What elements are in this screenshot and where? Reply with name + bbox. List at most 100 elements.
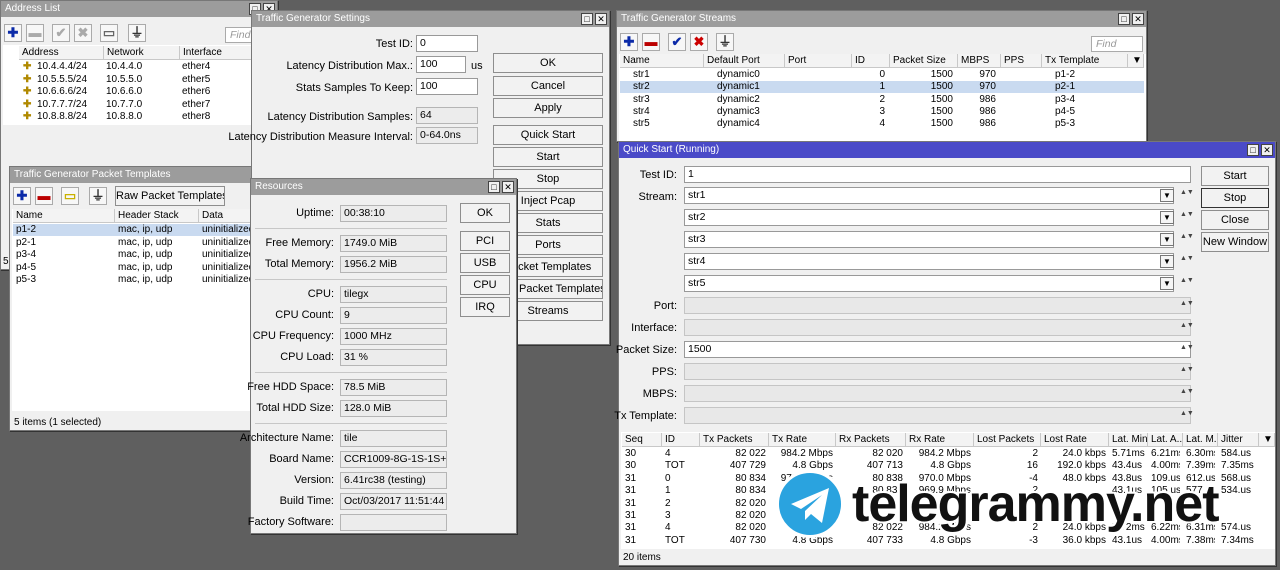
column-chooser-icon[interactable]: ▼ [1128, 54, 1144, 68]
mbps-field[interactable] [684, 385, 1191, 402]
col-header-tx-packets[interactable]: Tx Packets [700, 433, 769, 447]
apply-button[interactable]: Apply [493, 98, 603, 118]
quick-start-titlebar[interactable]: Quick Start (Running) □ ✕ [619, 142, 1275, 158]
start-button[interactable]: Start [1201, 166, 1269, 186]
col-header-lat-min[interactable]: Lat. Min. [1109, 433, 1148, 447]
up-down-icon[interactable]: ▲▼ [1180, 189, 1194, 196]
table-cell[interactable]: 4 [865, 118, 885, 130]
close-icon[interactable]: ✕ [595, 13, 607, 25]
table-cell[interactable]: 80 834 [703, 473, 766, 485]
table-cell[interactable]: 3 [865, 106, 885, 118]
table-cell[interactable]: 986 [971, 118, 996, 130]
table-cell[interactable]: 407 730 [703, 535, 766, 547]
table-cell[interactable]: 31 [625, 485, 659, 497]
disable-icon[interactable]: ✖ [690, 33, 708, 51]
add-icon[interactable]: ✚ [4, 24, 22, 42]
table-cell[interactable]: p3-4 [16, 249, 112, 261]
address-list-titlebar[interactable]: Address List □ ✕ [1, 1, 277, 17]
restore-icon[interactable]: □ [488, 181, 500, 193]
stop-button[interactable]: Stop [1201, 188, 1269, 208]
col-header-id[interactable]: ID [852, 54, 890, 68]
table-cell[interactable]: 10.4.4.4/24 [37, 61, 104, 73]
table-cell[interactable]: 10.8.8.8/24 [37, 111, 104, 123]
port-field[interactable] [684, 297, 1191, 314]
remove-icon[interactable]: ▬ [26, 24, 44, 42]
close-icon[interactable]: ✕ [1132, 13, 1144, 25]
col-header-mbps[interactable]: MBPS [958, 54, 1001, 68]
col-header-seq[interactable]: Seq [622, 433, 662, 447]
close-button[interactable]: Close [1201, 210, 1269, 230]
table-cell[interactable]: 82 022 [703, 448, 766, 460]
table-cell[interactable]: mac, ip, udp [118, 262, 198, 274]
close-icon[interactable]: ✕ [1261, 144, 1273, 156]
table-cell[interactable]: mac, ip, udp [118, 237, 198, 249]
dropdown-arrow-icon[interactable]: ▼ [1160, 233, 1174, 246]
table-cell[interactable]: str1 [633, 69, 699, 81]
table-cell[interactable]: str5 [633, 118, 699, 130]
table-cell[interactable]: 24.0 kbps [1044, 448, 1106, 460]
table-cell[interactable]: p2-1 [1055, 81, 1123, 93]
table-cell[interactable] [1014, 81, 1037, 93]
col-header-data[interactable]: Data [199, 209, 257, 223]
table-cell[interactable]: 31 [625, 498, 659, 510]
table-cell[interactable] [798, 81, 847, 93]
table-cell[interactable]: 1500 [903, 81, 953, 93]
raw-packet-templates-button[interactable]: Raw Packet Templates [115, 186, 225, 206]
table-cell[interactable]: 10.5.5.5/24 [37, 74, 104, 86]
filter-icon[interactable]: ⏚ [128, 24, 146, 42]
table-cell[interactable]: 970 [971, 69, 996, 81]
dropdown-arrow-icon[interactable]: ▼ [1160, 255, 1174, 268]
col-header-name[interactable]: Name [13, 209, 115, 223]
up-down-icon[interactable]: ▲▼ [1180, 233, 1194, 240]
pps-field[interactable] [684, 363, 1191, 380]
table-cell[interactable]: mac, ip, udp [118, 274, 198, 286]
packet-templates-titlebar[interactable]: Traffic Generator Packet Templates [10, 167, 256, 183]
table-cell[interactable]: 6.30ms [1186, 448, 1215, 460]
table-cell[interactable]: 5.71ms [1112, 448, 1145, 460]
latency-max-field[interactable]: 100 [416, 56, 466, 73]
restore-icon[interactable]: □ [1118, 13, 1130, 25]
new-window-button[interactable]: New Window [1201, 232, 1269, 252]
table-cell[interactable]: 31 [625, 473, 659, 485]
table-cell[interactable]: 2 [665, 498, 697, 510]
table-cell[interactable]: str4 [633, 106, 699, 118]
table-cell[interactable]: 82 020 [839, 448, 903, 460]
table-cell[interactable] [1014, 118, 1037, 130]
col-header-lost-rate[interactable]: Lost Rate [1041, 433, 1109, 447]
remove-icon[interactable]: ▬ [642, 33, 660, 51]
table-cell[interactable]: 10.7.7.7/24 [37, 99, 104, 111]
stream-select[interactable]: str5 [684, 275, 1174, 292]
table-cell[interactable] [798, 118, 847, 130]
ok-button[interactable]: OK [460, 203, 510, 223]
resources-titlebar[interactable]: Resources □ ✕ [251, 179, 516, 195]
stream-select[interactable]: str2 [684, 209, 1174, 226]
dropdown-arrow-icon[interactable]: ▼ [1160, 189, 1174, 202]
col-header-rx-rate[interactable]: Rx Rate [906, 433, 974, 447]
stream-select[interactable]: str3 [684, 231, 1174, 248]
col-header-name[interactable]: Name [620, 54, 704, 68]
up-down-icon[interactable]: ▲▼ [1180, 300, 1194, 307]
quick-start-button[interactable]: Quick Start [493, 125, 603, 145]
streams-titlebar[interactable]: Traffic Generator Streams □ ✕ [617, 11, 1146, 27]
col-header-lat-avg[interactable]: Lat. A... [1148, 433, 1183, 447]
table-cell[interactable]: 584.us [1221, 448, 1256, 460]
table-cell[interactable]: TOT [665, 535, 697, 547]
table-cell[interactable]: 407 729 [703, 460, 766, 472]
col-header-port[interactable]: Port [785, 54, 852, 68]
usb-button[interactable]: USB [460, 253, 510, 273]
table-cell[interactable]: p5-3 [16, 274, 112, 286]
table-cell[interactable] [1014, 94, 1037, 106]
table-cell[interactable]: 1 [665, 485, 697, 497]
table-cell[interactable]: 4 [665, 448, 697, 460]
up-down-icon[interactable]: ▲▼ [1180, 366, 1194, 373]
up-down-icon[interactable]: ▲▼ [1180, 211, 1194, 218]
cancel-button[interactable]: Cancel [493, 76, 603, 96]
table-cell[interactable]: 986 [971, 94, 996, 106]
packet-size-field[interactable]: 1500 [684, 341, 1191, 358]
table-cell[interactable]: p1-2 [1055, 69, 1123, 81]
table-cell[interactable]: 2 [977, 448, 1038, 460]
col-header-default-port[interactable]: Default Port [704, 54, 785, 68]
restore-icon[interactable]: □ [581, 13, 593, 25]
table-cell[interactable]: p3-4 [1055, 94, 1123, 106]
table-cell[interactable]: 1500 [903, 94, 953, 106]
